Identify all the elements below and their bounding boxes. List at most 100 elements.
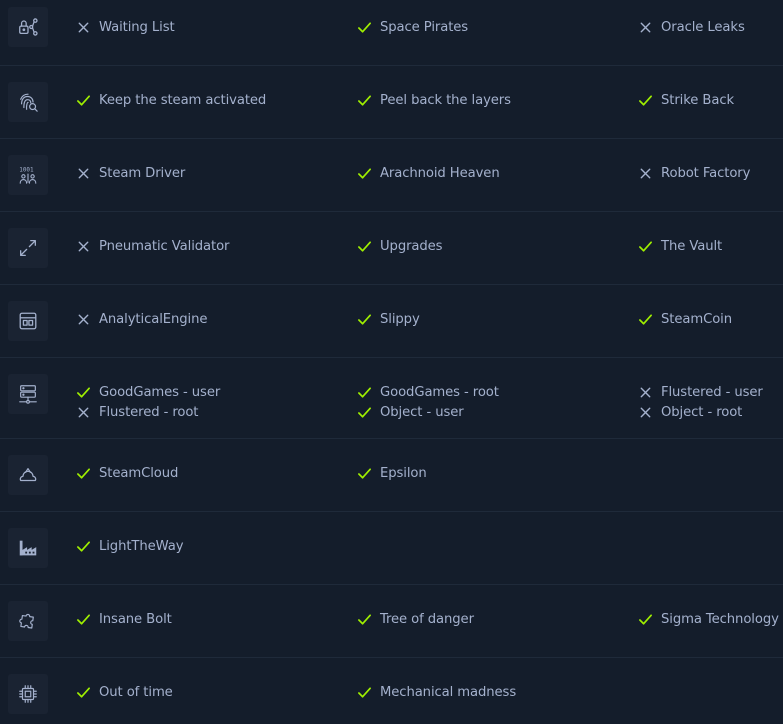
challenge-item-steamcoin[interactable]: SteamCoin (638, 309, 732, 329)
check-icon (76, 612, 99, 627)
challenge-item-insane-bolt[interactable]: Insane Bolt (76, 609, 172, 629)
check-icon (76, 685, 99, 700)
challenge-label: Object - user (380, 404, 464, 420)
cross-icon (638, 405, 661, 420)
check-icon (357, 685, 380, 700)
challenge-label: Robot Factory (661, 165, 751, 181)
challenge-row: Out of time Mechanical madness (0, 658, 783, 724)
category-icon-box: 1001 (8, 155, 48, 195)
server-network-icon (17, 383, 39, 405)
challenge-item-sigma-technology[interactable]: Sigma Technology (638, 609, 779, 629)
challenge-label: AnalyticalEngine (99, 311, 208, 327)
check-icon (357, 385, 380, 400)
cross-icon (638, 20, 661, 35)
challenge-item-slippy[interactable]: Slippy (357, 309, 420, 329)
challenge-row: GoodGames - user GoodGames - root Flustere… (0, 358, 783, 439)
challenge-item-out-of-time[interactable]: Out of time (76, 682, 173, 702)
challenge-row: Waiting List Space Pirates Oracle Leaks (0, 0, 783, 66)
challenge-item-arachnoid-heaven[interactable]: Arachnoid Heaven (357, 163, 500, 183)
svg-text:1001: 1001 (19, 166, 34, 173)
browser-window-icon (17, 310, 39, 332)
category-icon-box (8, 82, 48, 122)
challenge-item-pneumatic-validator[interactable]: Pneumatic Validator (76, 236, 229, 256)
challenge-label: GoodGames - user (99, 384, 221, 400)
challenge-label: SteamCoin (661, 311, 732, 327)
challenge-item-robot-factory[interactable]: Robot Factory (638, 163, 750, 183)
challenge-label: Epsilon (380, 465, 427, 481)
challenge-label: Slippy (380, 311, 420, 327)
category-icon-box (8, 301, 48, 341)
challenge-item-goodgames-root[interactable]: GoodGames - root (357, 382, 499, 402)
check-icon (638, 312, 661, 327)
challenge-item-flustered-root[interactable]: Flustered - root (76, 402, 198, 422)
challenge-item-tree-of-danger[interactable]: Tree of danger (357, 609, 474, 629)
challenge-item-object-user[interactable]: Object - user (357, 402, 464, 422)
cross-icon (76, 312, 99, 327)
cross-icon (638, 166, 661, 181)
challenge-item-space-pirates[interactable]: Space Pirates (357, 17, 468, 37)
challenge-item-mechanical-madness[interactable]: Mechanical madness (357, 682, 516, 702)
cross-icon (638, 385, 661, 400)
challenge-item-strike-back[interactable]: Strike Back (638, 90, 734, 110)
challenge-item-steamcloud[interactable]: SteamCloud (76, 463, 178, 483)
category-icon-box (8, 455, 48, 495)
challenge-label: Pneumatic Validator (99, 238, 230, 254)
check-icon (76, 93, 99, 108)
check-icon (357, 466, 380, 481)
challenge-label: Flustered - user (661, 384, 763, 400)
challenge-label: Upgrades (380, 238, 443, 254)
challenge-item-upgrades[interactable]: Upgrades (357, 236, 443, 256)
challenge-item-epsilon[interactable]: Epsilon (357, 463, 427, 483)
factory-icon (17, 537, 39, 559)
challenge-label: Out of time (99, 684, 173, 700)
challenge-item-keep-the-steam-activated[interactable]: Keep the steam activated (76, 90, 266, 110)
challenge-row: AnalyticalEngine Slippy SteamCoin (0, 285, 783, 358)
check-icon (357, 239, 380, 254)
challenge-item-the-vault[interactable]: The Vault (638, 236, 722, 256)
challenge-row: SteamCloud Epsilon (0, 439, 783, 512)
check-icon (357, 312, 380, 327)
cross-icon (76, 239, 99, 254)
check-icon (357, 93, 380, 108)
challenge-label: The Vault (661, 238, 723, 254)
cross-icon (76, 20, 99, 35)
cpu-chip-icon (17, 683, 39, 705)
category-icon-box (8, 374, 48, 414)
challenge-item-oracle-leaks[interactable]: Oracle Leaks (638, 17, 745, 37)
challenge-item-steam-driver[interactable]: Steam Driver (76, 163, 185, 183)
category-icon-box (8, 7, 48, 47)
challenge-label: Insane Bolt (99, 611, 172, 627)
challenge-item-waiting-list[interactable]: Waiting List (76, 17, 175, 37)
check-icon (638, 239, 661, 254)
challenge-label: Mechanical madness (380, 684, 517, 700)
category-icon-box (8, 601, 48, 641)
challenge-label: LightTheWay (99, 538, 184, 554)
expand-arrows-icon (17, 237, 39, 259)
category-icon-box (8, 528, 48, 568)
challenge-item-object-root[interactable]: Object - root (638, 402, 742, 422)
challenge-item-analyticalengine[interactable]: AnalyticalEngine (76, 309, 207, 329)
challenge-item-flustered-user[interactable]: Flustered - user (638, 382, 763, 402)
cross-icon (76, 166, 99, 181)
challenge-row: Insane Bolt Tree of danger Sigma Technolog… (0, 585, 783, 658)
challenge-item-lighttheway[interactable]: LightTheWay (76, 536, 184, 556)
challenge-row: 1001 Steam Driver Arachnoid Heaven Robot Fa… (0, 139, 783, 212)
category-icon-box (8, 674, 48, 714)
challenge-label: Keep the steam activated (99, 92, 267, 108)
challenge-label: SteamCloud (99, 465, 179, 481)
check-icon (76, 539, 99, 554)
check-icon (76, 385, 99, 400)
challenge-row: Keep the steam activated Peel back the la… (0, 66, 783, 139)
challenge-item-peel-back-the-layers[interactable]: Peel back the layers (357, 90, 511, 110)
challenge-label: Tree of danger (380, 611, 474, 627)
challenge-label: Steam Driver (99, 165, 186, 181)
challenge-label: Strike Back (661, 92, 735, 108)
check-icon (357, 166, 380, 181)
check-icon (357, 405, 380, 420)
challenge-label: GoodGames - root (380, 384, 499, 400)
check-icon (638, 612, 661, 627)
challenge-item-goodgames-user[interactable]: GoodGames - user (76, 382, 220, 402)
check-icon (76, 466, 99, 481)
fingerprint-search-icon (17, 91, 39, 113)
challenge-label: Peel back the layers (380, 92, 511, 108)
